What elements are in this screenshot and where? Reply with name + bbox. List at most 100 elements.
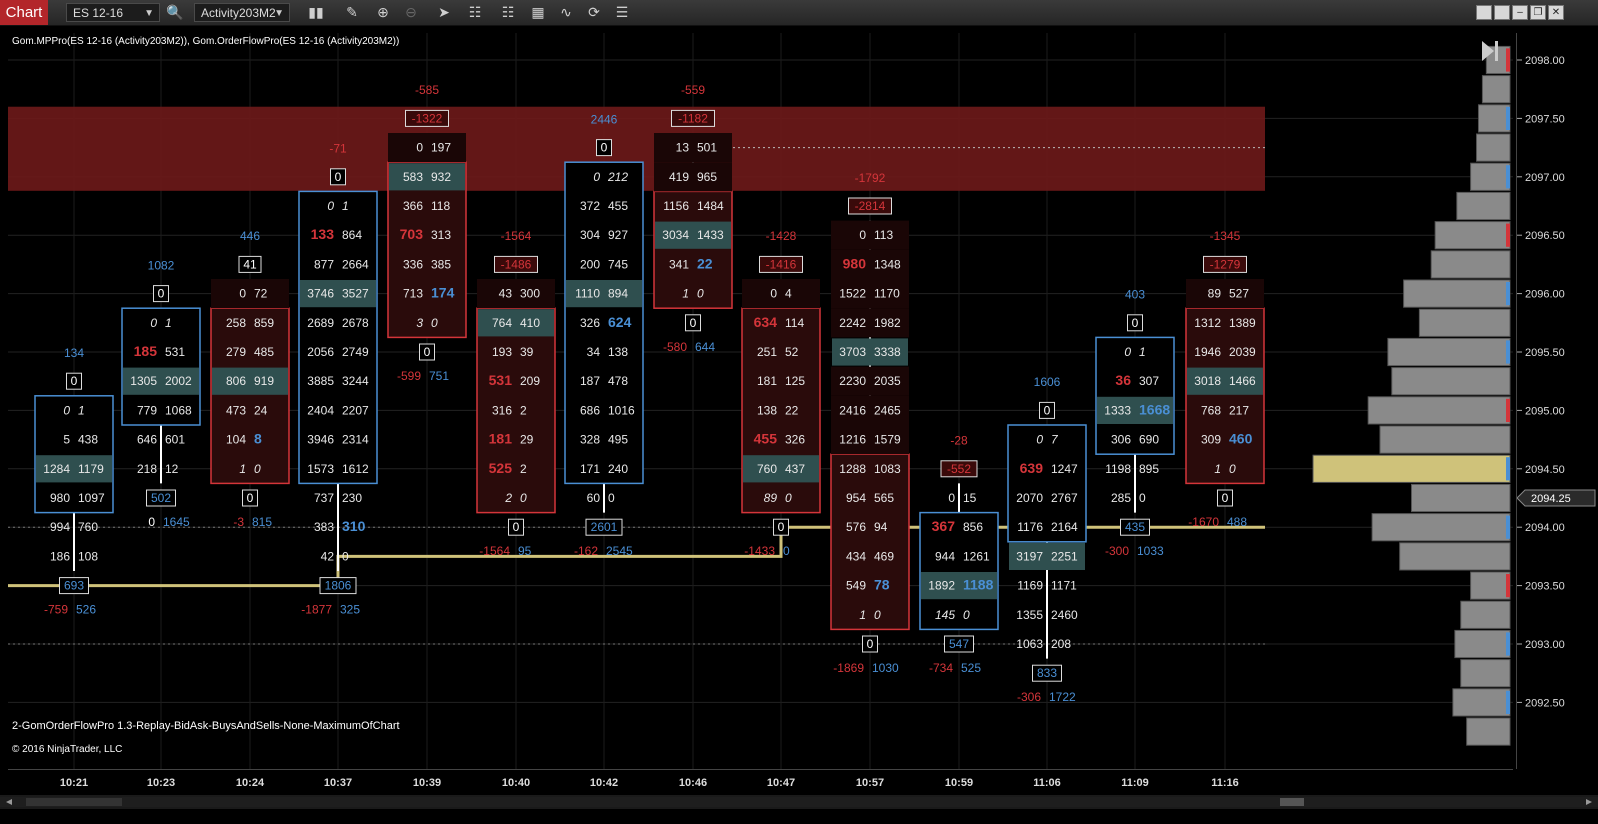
bid-volume: 525 [489,460,513,476]
bid-volume: 367 [932,518,956,534]
bar-total-delta: 1606 [1034,375,1061,389]
price-axis[interactable]: 2098.00 2097.50 2097.00 2096.50 2096.00 2095.… [1516,33,1598,769]
ask-volume: 0 [520,491,527,505]
session-volume: 488 [1227,515,1247,529]
bid-volume: 0 [593,170,600,184]
session-volume: 525 [961,661,981,675]
bid-volume: 2056 [307,345,334,359]
bar-total-delta: 134 [64,346,84,360]
ask-volume: 2460 [1051,608,1078,622]
ask-volume: 208 [1051,637,1071,651]
session-delta: -1564 [479,544,510,558]
template-select[interactable]: Activity203M2 ▼ [194,3,290,22]
tile-icon[interactable] [1494,5,1510,20]
refresh-icon[interactable]: ⟳ [584,3,604,22]
databox-icon[interactable]: ▦ [528,3,548,22]
ask-volume: 460 [1229,431,1253,447]
chart-panel[interactable]: 0 1 5 438 1284 1179 980 1097 994 760 186 108 0 134 693… [8,33,1513,769]
profile-delta-marker [1506,165,1510,189]
bid-volume: 336 [403,257,423,271]
bid-volume: 181 [757,374,777,388]
bid-volume: 193 [492,345,512,359]
instrument-select[interactable]: ES 12-16 ▼ [66,3,160,22]
bars-icon[interactable]: ▮▮ [306,3,326,22]
minimize-icon[interactable]: – [1512,5,1528,20]
ask-volume: 3338 [874,345,901,359]
profile-delta-marker [1506,457,1510,481]
time-tick-label: 10:21 [60,777,88,789]
bid-volume: 2070 [1016,491,1043,505]
ask-volume: 29 [520,433,534,447]
bid-volume: 0 [948,491,955,505]
ask-volume: 919 [254,374,274,388]
bid-volume: 1156 [663,199,689,213]
bar-total-delta: -71 [329,142,347,156]
ask-volume: 927 [608,228,628,242]
ask-volume: 2251 [1051,549,1078,563]
session-volume: 1030 [872,661,899,675]
bid-volume: 372 [580,199,600,213]
profile-bar [1418,308,1511,337]
pencil-icon[interactable]: ✎ [342,3,362,22]
bid-volume: 779 [137,403,157,417]
horizontal-scrollbar[interactable] [0,795,1598,809]
cumulative-delta: 0 [513,520,520,534]
search-icon[interactable]: 🔍 [165,3,185,22]
bid-volume: 304 [580,228,600,242]
ask-volume: 2314 [342,433,369,447]
tile-icon[interactable] [1476,5,1492,20]
volume-cell [831,220,909,250]
chart-tab[interactable]: Chart [0,0,48,25]
bid-volume: 36 [1115,372,1131,388]
bid-volume: 186 [50,549,70,563]
ask-volume: 1068 [165,403,192,417]
session-delta: -1877 [301,603,332,617]
bar-total-delta: -1345 [1210,229,1241,243]
bid-volume: 473 [226,403,246,417]
properties-icon[interactable]: ☷ [465,3,485,22]
session-volume: 526 [76,603,96,617]
price-tick-label: 2094.00 [1525,522,1565,534]
cumulative-delta: 2601 [591,520,618,534]
indicators-icon[interactable]: ∿ [556,3,576,22]
bid-volume: 60 [587,491,601,505]
ask-volume: 469 [874,549,894,563]
ask-volume: 1389 [1229,316,1256,330]
ask-volume: 1188 [963,577,994,593]
bid-volume: 1522 [839,287,866,301]
profile-bar [1460,659,1511,688]
bid-volume: 806 [226,374,246,388]
close-icon[interactable]: ✕ [1548,5,1564,20]
zoom-in-icon[interactable]: ⊕ [373,3,393,22]
bid-volume: 13 [676,141,690,155]
list-icon[interactable]: ☰ [612,3,632,22]
candle-body [210,307,290,485]
ask-volume: 22 [697,255,713,271]
time-axis[interactable]: 10:21 10:23 10:24 10:37 10:39 10:40 10:42 10:46… [8,769,1513,794]
price-tick-label: 2097.00 [1525,172,1565,184]
session-delta: -3 [233,515,244,529]
instrument-value: ES 12-16 [73,6,124,20]
ask-volume: 760 [78,520,98,534]
bar-total-delta: 446 [240,229,260,243]
bid-volume: 1198 [1105,462,1131,476]
ask-volume: 864 [342,228,362,242]
ask-volume: 1179 [78,462,104,476]
ask-volume: 601 [165,433,185,447]
pointer-icon[interactable]: ➤ [434,3,454,22]
bid-volume: 737 [314,491,334,505]
bar-delta: -1416 [766,257,797,271]
bid-volume: 980 [843,255,867,271]
bid-volume: 877 [314,257,334,271]
restore-icon[interactable]: ❐ [1530,5,1546,20]
zoom-out-icon[interactable]: ⊖ [401,3,421,22]
bid-volume: 2230 [839,374,866,388]
session-volume: 1645 [163,515,190,529]
ask-volume: 2207 [342,403,369,417]
strategies-icon[interactable]: ☷ [498,3,518,22]
session-volume: 2545 [606,544,633,558]
bid-volume: 1305 [130,374,157,388]
bid-volume: 306 [1111,433,1131,447]
volume-cell [654,133,732,163]
profile-bar [1466,717,1511,746]
